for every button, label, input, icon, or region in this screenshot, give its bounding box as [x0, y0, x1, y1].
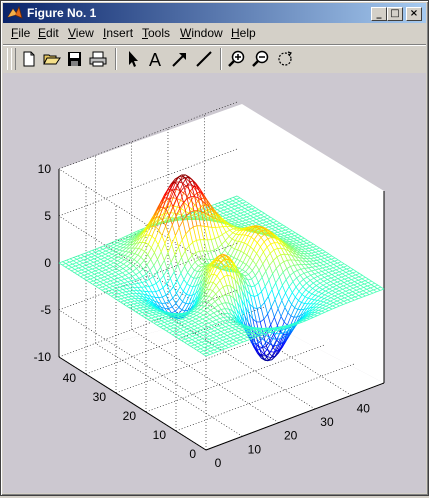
- x-tick-label: 20: [284, 429, 298, 443]
- z-tick-label: 0: [44, 256, 51, 270]
- menu-tools[interactable]: Tools: [142, 26, 170, 40]
- print-button[interactable]: [87, 49, 109, 69]
- x-tick-label: 40: [357, 401, 371, 415]
- open-folder-icon: [41, 49, 63, 69]
- title-bar[interactable]: Figure No. 1 _ □ ×: [3, 3, 426, 23]
- y-tick-label: 40: [63, 371, 77, 385]
- rotate-3d-button[interactable]: [274, 49, 296, 69]
- close-button[interactable]: ×: [406, 7, 422, 21]
- insert-line-button[interactable]: [193, 49, 215, 69]
- mesh-line: [249, 230, 252, 231]
- mesh-line: [206, 296, 209, 297]
- rotate-3d-icon: [274, 49, 296, 69]
- matlab-icon: [7, 5, 23, 21]
- insert-text-button[interactable]: A: [145, 49, 167, 69]
- menu-window-label: indow: [191, 26, 222, 40]
- mesh-line: [145, 287, 149, 288]
- select-arrow-icon: [122, 49, 144, 69]
- insert-line-icon: [193, 49, 215, 69]
- window-title: Figure No. 1: [27, 5, 96, 21]
- menu-edit-label: dit: [46, 26, 59, 40]
- menu-help-mnemonic: H: [231, 26, 240, 40]
- menu-view-mnemonic: V: [68, 26, 76, 40]
- zoom-out-icon: [250, 49, 272, 69]
- insert-text-icon: A: [145, 49, 167, 69]
- toolbar-separator: [115, 48, 117, 70]
- x-tick-label: 30: [320, 415, 334, 429]
- z-tick-label: -10: [34, 350, 52, 364]
- mesh-line: [201, 226, 205, 227]
- menu-insert-label: nsert: [106, 26, 133, 40]
- menu-view[interactable]: View: [68, 26, 94, 40]
- zoom-in-button[interactable]: [226, 49, 248, 69]
- z-tick-label: 10: [38, 162, 52, 176]
- z-tick-label: -5: [40, 303, 51, 317]
- save-button[interactable]: [64, 49, 86, 69]
- minimize-button[interactable]: _: [371, 7, 387, 21]
- surface-plot[interactable]: -10 -5 0 5 10 0 10 20 30 40 0 10 20 30 40: [3, 73, 426, 493]
- edit-plot-button[interactable]: [122, 49, 144, 69]
- insert-arrow-button[interactable]: [169, 49, 191, 69]
- figure-window: Figure No. 1 _ □ × File Edit View Insert…: [0, 0, 429, 496]
- new-figure-button[interactable]: [18, 49, 40, 69]
- figure-canvas[interactable]: -10 -5 0 5 10 0 10 20 30 40 0 10 20 30 40: [3, 73, 426, 493]
- y-tick-label: 30: [93, 390, 107, 404]
- mesh-line: [236, 234, 239, 235]
- mesh-line: [224, 317, 228, 318]
- z-tick-label: 5: [44, 209, 51, 223]
- menu-edit[interactable]: Edit: [38, 26, 59, 40]
- print-icon: [87, 49, 109, 69]
- figure-toolbar: A: [3, 44, 426, 73]
- open-file-button[interactable]: [41, 49, 63, 69]
- zoom-in-icon: [226, 49, 248, 69]
- y-tick-label: 10: [153, 428, 167, 442]
- menu-help-label: elp: [240, 26, 256, 40]
- menu-window[interactable]: Window: [180, 26, 223, 40]
- menu-insert[interactable]: Insert: [103, 26, 133, 40]
- x-tick-label: 10: [248, 442, 262, 456]
- save-icon: [64, 49, 86, 69]
- toolbar-separator-2: [220, 48, 222, 70]
- mesh-line: [227, 286, 231, 287]
- insert-arrow-icon: [169, 49, 191, 69]
- menu-window-mnemonic: W: [180, 26, 191, 40]
- x-tick-label: 0: [215, 456, 222, 470]
- maximize-button[interactable]: □: [387, 7, 403, 21]
- y-tick-label: 20: [123, 409, 137, 423]
- menu-file[interactable]: File: [11, 26, 30, 40]
- menu-help[interactable]: Help: [231, 26, 256, 40]
- insert-text-glyph: A: [149, 50, 161, 69]
- y-tick-label: 0: [189, 447, 196, 461]
- menu-edit-mnemonic: E: [38, 26, 46, 40]
- toolbar-grip-2[interactable]: [11, 48, 16, 70]
- menu-bar: File Edit View Insert Tools Window Help: [3, 23, 426, 43]
- menu-tools-label: ools: [148, 26, 170, 40]
- new-file-icon: [18, 49, 40, 69]
- zoom-out-button[interactable]: [250, 49, 272, 69]
- menu-view-label: iew: [76, 26, 94, 40]
- menu-file-label: ile: [18, 26, 30, 40]
